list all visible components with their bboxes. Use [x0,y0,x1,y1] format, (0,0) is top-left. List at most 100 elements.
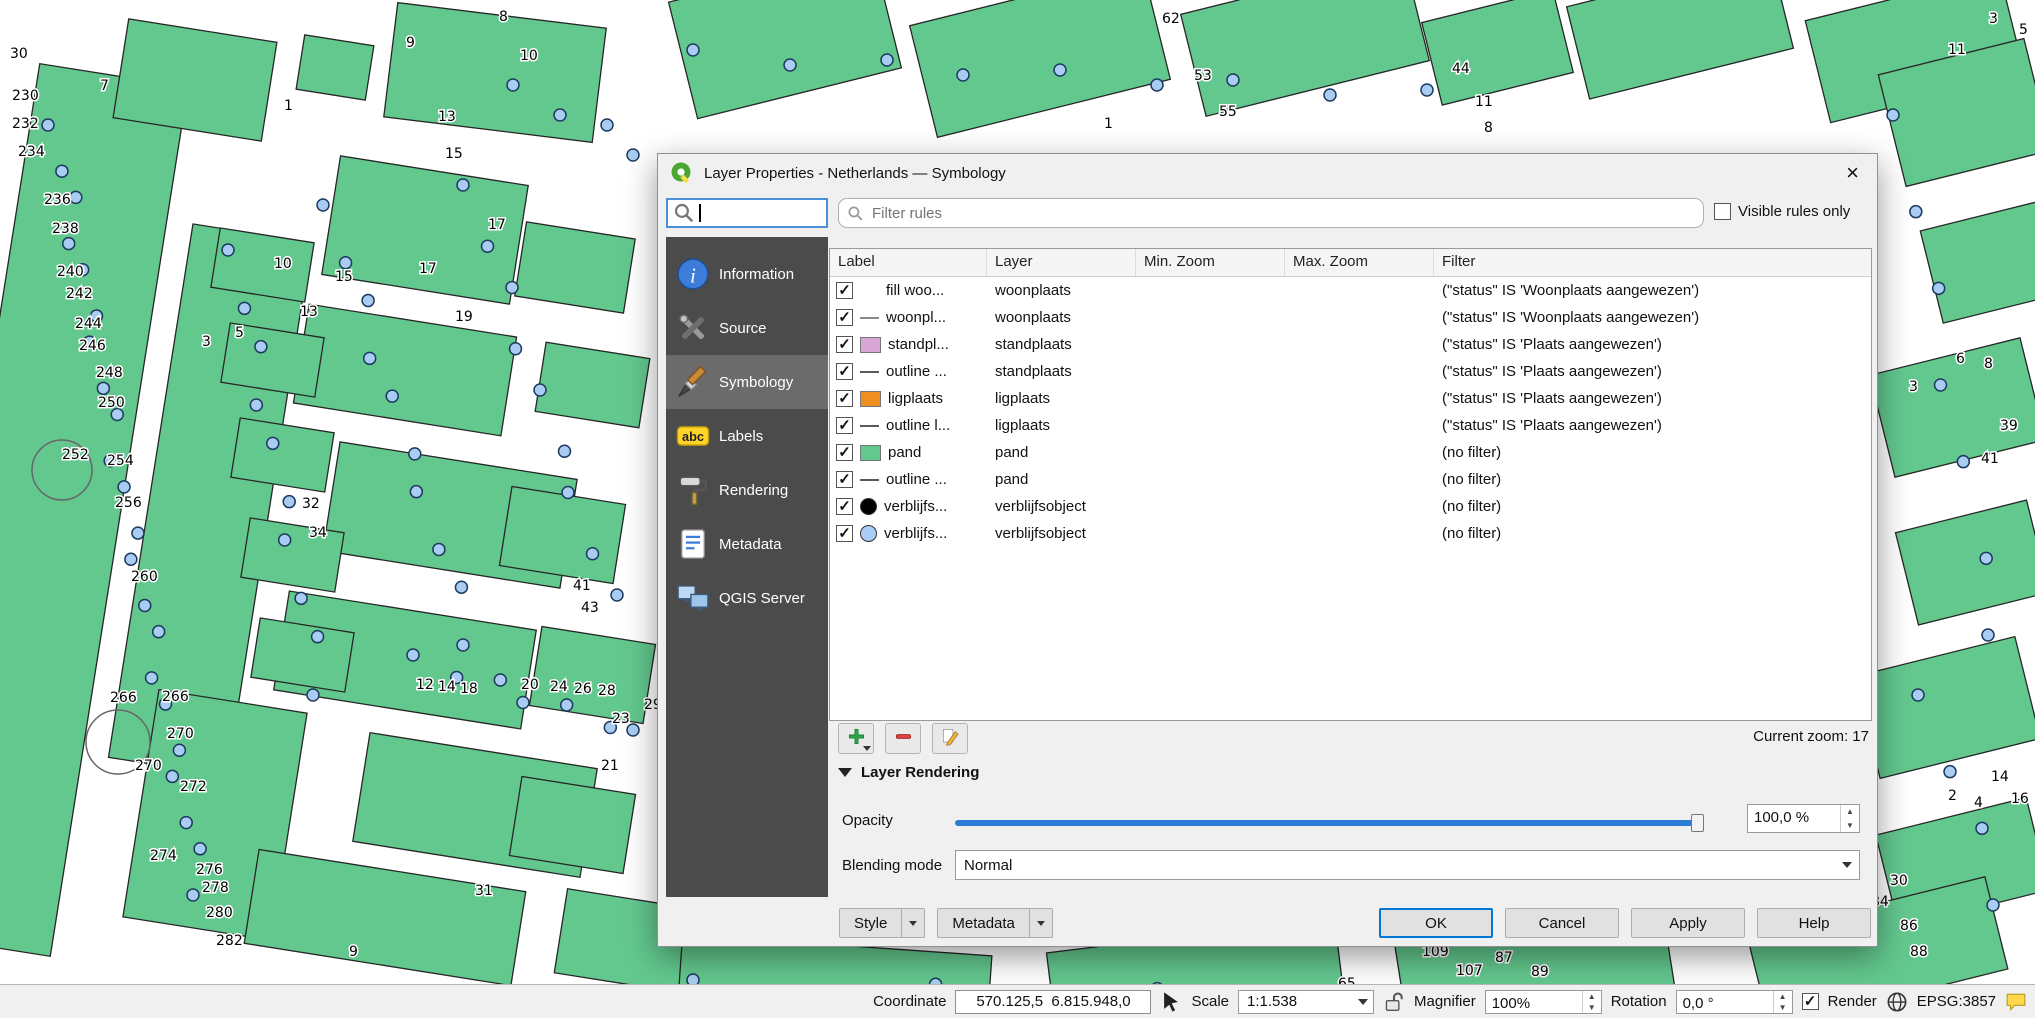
spin-down-icon[interactable]: ▼ [1774,1002,1792,1013]
house-number-label: 260 [131,569,158,585]
opacity-slider-handle[interactable] [1691,814,1704,832]
address-point [63,238,75,250]
sidebar-item-source[interactable]: Source [666,301,828,355]
rule-visibility-checkbox[interactable] [836,471,853,488]
sidebar-item-qgis-server[interactable]: QGIS Server [666,571,828,625]
house-number-label: 1 [284,98,293,114]
house-number-label: 16 [2011,791,2029,807]
address-point [506,282,518,294]
house-number-label: 270 [135,758,162,774]
style-dropdown-icon[interactable] [901,908,925,938]
address-point [534,384,546,396]
house-number-label: 4 [1974,795,1983,811]
sidebar-item-metadata[interactable]: Metadata [666,517,828,571]
spin-up-icon[interactable]: ▲ [1774,991,1792,1002]
header-layer[interactable]: Layer [987,249,1136,276]
rule-row[interactable]: fill woo...woonplaats("status" IS 'Woonp… [830,277,1871,304]
blending-mode-select[interactable]: Normal [955,850,1860,880]
rule-row[interactable]: ligplaatsligplaats("status" IS 'Plaats a… [830,385,1871,412]
address-point [517,697,529,709]
sidebar-item-symbology[interactable]: Symbology [666,355,828,409]
rule-visibility-checkbox[interactable] [836,498,853,515]
dialog-titlebar[interactable]: Layer Properties - Netherlands — Symbolo… [658,154,1877,192]
magnifier-spinbox[interactable]: 100% ▲▼ [1485,990,1602,1014]
rule-row[interactable]: outline l...ligplaats("status" IS 'Plaat… [830,412,1871,439]
metadata-dropdown-icon[interactable] [1029,908,1053,938]
rule-layer: woonplaats [987,309,1136,326]
sidebar: iInformationSourceSymbologyabcLabelsRend… [666,237,828,897]
add-rule-button[interactable] [838,723,874,754]
rule-layer: ligplaats [987,390,1136,407]
sidebar-item-rendering[interactable]: Rendering [666,463,828,517]
magnifier-label: Magnifier [1414,993,1476,1010]
option-search-input[interactable] [666,198,828,228]
rule-label: fill woo... [886,282,944,299]
scale-select[interactable]: 1:1.538 [1238,990,1374,1014]
status-bar: Coordinate 570.125,5 6.815.948,0 Scale 1… [0,984,2035,1018]
crs-indicator[interactable]: EPSG:3857 [1917,993,1996,1010]
rule-row[interactable]: woonpl...woonplaats("status" IS 'Woonpla… [830,304,1871,331]
rule-symbol-swatch [860,365,879,379]
filter-rules-input[interactable] [870,204,1695,223]
house-number-label: 232 [12,116,39,132]
opacity-slider[interactable] [955,814,1704,832]
address-point [1324,89,1336,101]
rule-table[interactable]: Label Layer Min. Zoom Max. Zoom Filter f… [829,248,1872,721]
visible-rules-only-checkbox[interactable] [1714,203,1731,220]
rule-visibility-checkbox[interactable] [836,390,853,407]
rule-visibility-checkbox[interactable] [836,363,853,380]
rule-row[interactable]: verblijfs...verblijfsobject(no filter) [830,493,1871,520]
rule-visibility-checkbox[interactable] [836,282,853,299]
header-label[interactable]: Label [830,249,987,276]
lock-icon[interactable] [1383,991,1405,1013]
rule-visibility-checkbox[interactable] [836,525,853,542]
header-filter[interactable]: Filter [1434,249,1871,276]
style-button[interactable]: Style [839,908,901,938]
rule-row[interactable]: verblijfs...verblijfsobject(no filter) [830,520,1871,547]
address-point [267,437,279,449]
header-max-zoom[interactable]: Max. Zoom [1285,249,1434,276]
sidebar-item-information[interactable]: iInformation [666,247,828,301]
opacity-spinbox[interactable]: 100,0 % ▲▼ [1747,804,1860,833]
spin-up-icon[interactable]: ▲ [1583,991,1601,1002]
close-icon[interactable]: × [1840,162,1865,184]
rule-label: verblijfs... [884,498,947,515]
cancel-button[interactable]: Cancel [1505,908,1619,938]
spin-down-icon[interactable]: ▼ [1841,819,1859,833]
remove-rule-button[interactable] [885,723,921,754]
house-number-label: 14 [1991,769,2009,785]
rule-row[interactable]: standpl...standplaats("status" IS 'Plaat… [830,331,1871,358]
sidebar-item-label: Metadata [719,536,782,553]
messages-icon[interactable] [2005,991,2027,1013]
coordinate-input[interactable]: 570.125,5 6.815.948,0 [955,990,1151,1014]
render-checkbox[interactable] [1802,993,1819,1010]
ok-button[interactable]: OK [1379,908,1493,938]
house-number-label: 276 [196,862,223,878]
rule-visibility-checkbox[interactable] [836,309,853,326]
rendering-icon [676,473,710,507]
rule-visibility-checkbox[interactable] [836,417,853,434]
cursor-position-icon[interactable] [1160,991,1182,1013]
info-icon: i [676,257,710,291]
rule-row[interactable]: outline ...pand(no filter) [830,466,1871,493]
rule-visibility-checkbox[interactable] [836,336,853,353]
chevron-down-icon [1353,999,1373,1005]
rotation-spinbox[interactable]: 0,0 ° ▲▼ [1676,990,1793,1014]
layer-rendering-toggle[interactable]: Layer Rendering [838,764,979,781]
header-min-zoom[interactable]: Min. Zoom [1136,249,1285,276]
spin-down-icon[interactable]: ▼ [1583,1002,1601,1013]
help-button[interactable]: Help [1757,908,1871,938]
house-number-label: 8 [1484,120,1493,136]
edit-rule-button[interactable] [932,723,968,754]
rule-row[interactable]: pandpand(no filter) [830,439,1871,466]
rule-row[interactable]: outline ...standplaats("status" IS 'Plaa… [830,358,1871,385]
rule-visibility-checkbox[interactable] [836,444,853,461]
filter-rules-field[interactable] [838,198,1704,228]
house-number-label: 250 [98,395,125,411]
metadata-button[interactable]: Metadata [937,908,1029,938]
globe-icon[interactable] [1886,991,1908,1013]
sidebar-item-labels[interactable]: abcLabels [666,409,828,463]
spin-up-icon[interactable]: ▲ [1841,805,1859,819]
house-number-label: 41 [1981,451,1999,467]
apply-button[interactable]: Apply [1631,908,1745,938]
